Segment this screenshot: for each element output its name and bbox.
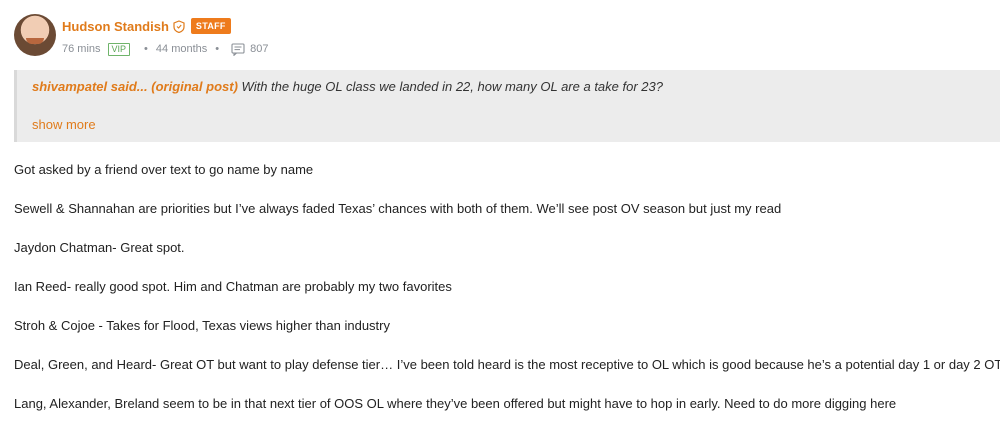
comment-icon [231,42,246,57]
original-post-paren: (original post) [151,79,238,94]
post-paragraph: Jaydon Chatman- Great spot. [14,240,185,255]
vip-badge: VIP [107,42,131,56]
post-count: 807 [250,43,269,55]
separator-dot: • [144,43,148,55]
post-paragraph: Ian Reed- really good spot. Him and Chat… [14,279,452,294]
member-tenure: 44 months [155,43,208,55]
post-paragraph: Got asked by a friend over text to go na… [14,162,314,177]
quote-author-link[interactable]: shivampatel said... [32,79,148,94]
post-paragraph: Stroh & Cojoe - Takes for Flood, Texas v… [14,318,390,333]
original-post-link[interactable]: original post [156,79,234,94]
quote-text: With the huge OL class we landed in 22, … [241,79,663,94]
post-header: Hudson Standish STAFF 76 mins VIP • 44 m… [14,14,269,62]
author-name-link[interactable]: Hudson Standish [62,19,169,34]
show-more-link[interactable]: show more [32,117,96,132]
post-body: Got asked by a friend over text to go na… [14,160,1000,426]
separator-dot: • [215,43,220,55]
time-online: 76 mins [62,43,101,55]
author-name-row: Hudson Standish STAFF [62,15,269,37]
post-paragraph: Lang, Alexander, Breland seem to be in t… [14,396,897,411]
post-paragraph: Deal, Green, and Heard- Great OT but wan… [14,357,1000,372]
quote-line: shivampatel said... (original post) With… [32,79,663,94]
quoted-post: shivampatel said... (original post) With… [14,70,1000,142]
author-meta: Hudson Standish STAFF 76 mins VIP • 44 m… [62,14,269,62]
shield-icon [173,19,185,33]
post-paragraph: Sewell & Shannahan are priorities but I’… [14,201,782,216]
avatar[interactable] [14,14,56,56]
staff-badge: STAFF [190,18,231,34]
author-stats: 76 mins VIP • 44 months • 807 [62,39,269,59]
